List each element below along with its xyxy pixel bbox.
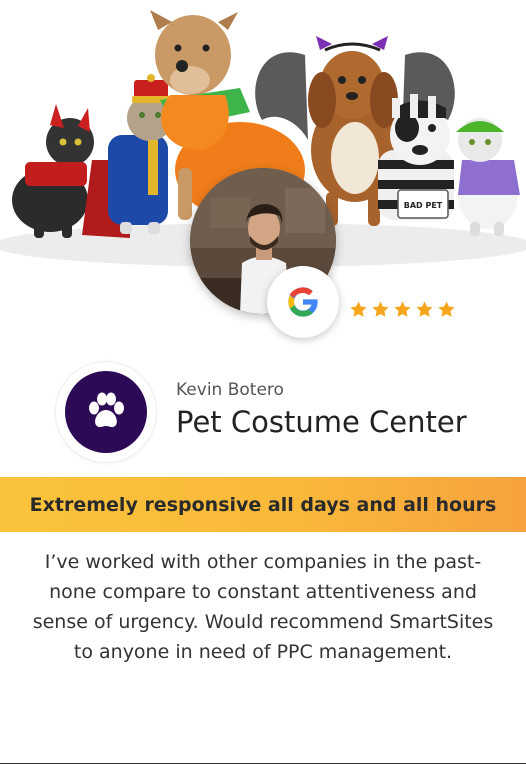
star-icon bbox=[350, 301, 367, 317]
review-text: I’ve worked with other companies in the … bbox=[32, 551, 494, 663]
star-rating bbox=[349, 300, 456, 319]
star-icon bbox=[438, 301, 455, 317]
review-source-badge bbox=[267, 266, 339, 338]
star-icon bbox=[372, 301, 389, 317]
business-logo-circle bbox=[65, 371, 147, 453]
business-logo bbox=[56, 362, 156, 462]
testimonial-card: BAD PET Kevin Botero Pet Costume Center … bbox=[0, 0, 526, 764]
business-name: Pet Costume Center bbox=[176, 405, 467, 439]
review-headline: Extremely responsive all days and all ho… bbox=[29, 493, 497, 516]
bad-pet-sign: BAD PET bbox=[404, 201, 443, 210]
review-headline-banner: Extremely responsive all days and all ho… bbox=[0, 477, 526, 532]
google-icon bbox=[288, 287, 318, 317]
paw-icon bbox=[89, 392, 124, 428]
reviewer-name: Kevin Botero bbox=[176, 380, 284, 400]
star-icon bbox=[394, 301, 411, 317]
star-icon bbox=[416, 301, 433, 317]
